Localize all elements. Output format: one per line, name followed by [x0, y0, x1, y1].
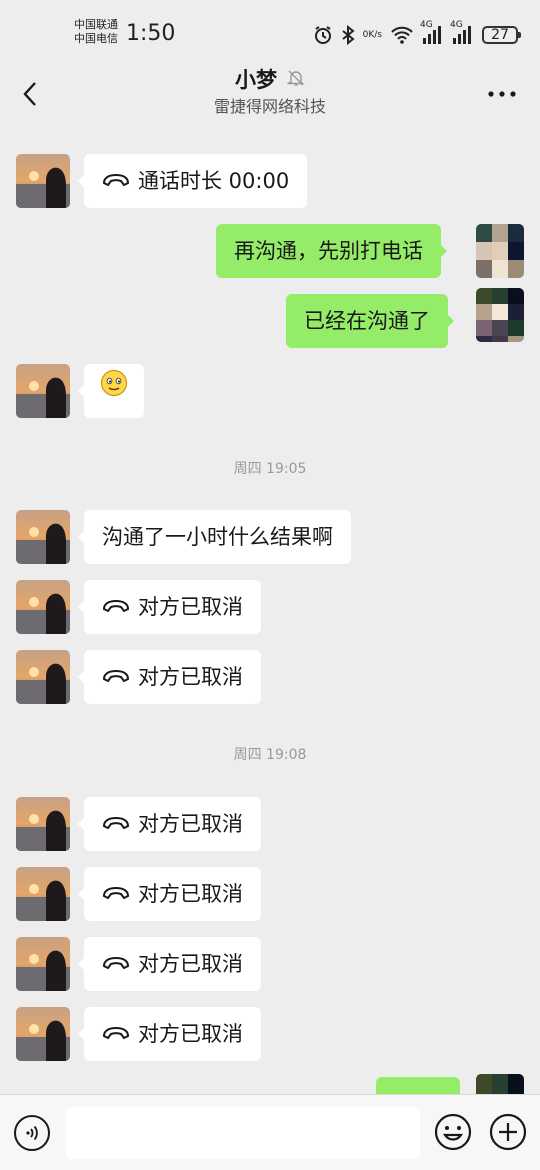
- message-bubble[interactable]: 已经在沟通了: [286, 294, 454, 348]
- message-bubble[interactable]: 对方已取消: [78, 796, 261, 851]
- contact-avatar[interactable]: [16, 1007, 70, 1061]
- message-text: 通话时长 00:00: [138, 169, 290, 193]
- carrier-1: 中国联通: [74, 18, 118, 31]
- contact-avatar[interactable]: [16, 580, 70, 634]
- clock: 1:50: [126, 21, 176, 46]
- phone-hangup-icon: [102, 936, 130, 990]
- status-icons: 0 K/s 4G 4G 27: [313, 20, 521, 50]
- my-avatar[interactable]: [476, 288, 524, 342]
- message-bubble[interactable]: [78, 363, 144, 418]
- title-block: 小梦 雷捷得网络科技: [0, 66, 540, 118]
- contact-avatar[interactable]: [16, 510, 70, 564]
- voice-button[interactable]: [14, 1115, 50, 1151]
- network-type-2: 4G: [450, 20, 463, 30]
- emoji-button[interactable]: [434, 1113, 472, 1151]
- alarm-icon: [313, 25, 333, 45]
- phone-hangup-icon: [102, 1006, 130, 1060]
- message-text: 对方已取消: [138, 665, 243, 689]
- voice-icon: [26, 1125, 38, 1141]
- input-bar: [0, 1094, 540, 1170]
- message-text: 对方已取消: [138, 1022, 243, 1046]
- smile-emoji-icon: [100, 363, 128, 417]
- message-bubble[interactable]: 对方已取消: [78, 936, 261, 991]
- phone-hangup-icon: [102, 153, 130, 207]
- message-bubble[interactable]: 对方已取消: [78, 866, 261, 921]
- message-bubble[interactable]: 沟通了一小时什么结果啊: [78, 510, 351, 564]
- my-avatar[interactable]: [476, 1074, 524, 1094]
- message-text: 沟通了一小时什么结果啊: [102, 525, 333, 549]
- message-text: 对方已取消: [138, 952, 243, 976]
- message-text: 已经在沟通了: [304, 309, 430, 333]
- phone-hangup-icon: [102, 796, 130, 850]
- smiley-icon: [434, 1113, 472, 1151]
- timestamp: 周四 19:05: [233, 461, 307, 477]
- message-text: 对方已取消: [138, 812, 243, 836]
- carrier-2: 中国电信: [74, 32, 118, 45]
- carrier-info: 中国联通 中国电信: [74, 18, 118, 46]
- message-bubble[interactable]: 通话时长 00:00: [77, 153, 308, 208]
- contact-avatar[interactable]: [16, 937, 70, 991]
- signal-4g-2: 4G: [450, 20, 474, 44]
- contact-avatar[interactable]: [16, 364, 70, 418]
- my-avatar[interactable]: [476, 224, 524, 278]
- chat-subtitle: 雷捷得网络科技: [213, 97, 326, 116]
- plus-icon: [489, 1113, 527, 1151]
- bluetooth-icon: [341, 25, 355, 45]
- message-bubble[interactable]: 对方已取消: [78, 1006, 261, 1061]
- speed-unit: K/s: [368, 30, 382, 40]
- message-bubble[interactable]: 对方已取消: [78, 649, 261, 704]
- chat-title: 小梦: [235, 68, 277, 92]
- chat-header: 小梦 雷捷得网络科技: [0, 62, 540, 126]
- phone-hangup-icon: [102, 579, 130, 633]
- more-dots-icon: [488, 91, 516, 97]
- phone-hangup-icon: [102, 649, 130, 703]
- bell-off-icon: [287, 69, 305, 91]
- more-button[interactable]: [482, 74, 522, 114]
- network-speed: 0 K/s: [363, 30, 382, 40]
- contact-avatar[interactable]: [16, 867, 70, 921]
- message-bubble[interactable]: 对方已取消: [78, 579, 261, 634]
- timestamp: 周四 19:08: [233, 747, 307, 763]
- contact-avatar[interactable]: [16, 650, 70, 704]
- message-bubble-partial[interactable]: [376, 1077, 460, 1094]
- signal-4g-1: 4G: [420, 20, 444, 44]
- network-type-1: 4G: [420, 20, 433, 30]
- message-text: 对方已取消: [138, 595, 243, 619]
- contact-avatar[interactable]: [16, 154, 70, 208]
- battery-indicator: 27: [482, 26, 521, 44]
- contact-avatar[interactable]: [16, 797, 70, 851]
- message-text: 对方已取消: [138, 882, 243, 906]
- more-functions-button[interactable]: [489, 1113, 527, 1151]
- message-input[interactable]: [66, 1107, 420, 1159]
- message-text: 再沟通，先别打电话: [234, 239, 423, 263]
- phone-hangup-icon: [102, 866, 130, 920]
- message-bubble[interactable]: 再沟通，先别打电话: [216, 224, 447, 278]
- status-bar: 中国联通 中国电信 1:50 0 K/s 4G 4G 27: [0, 0, 540, 62]
- wifi-icon: [390, 26, 414, 44]
